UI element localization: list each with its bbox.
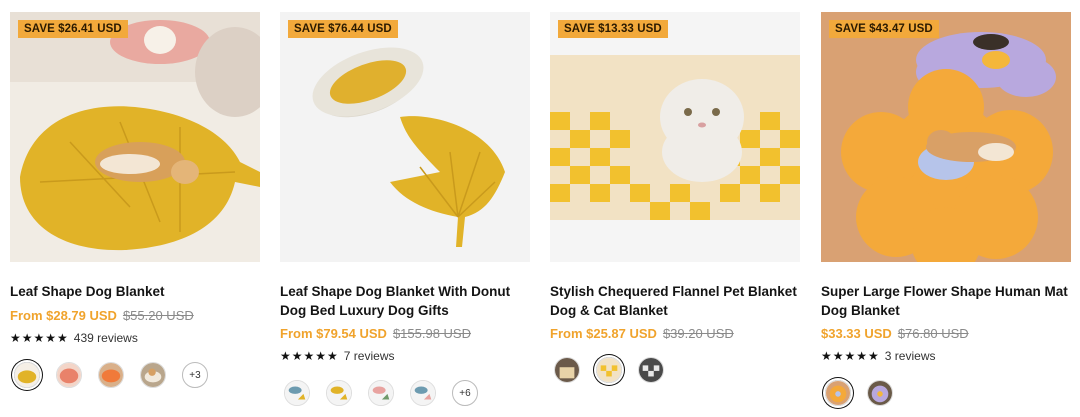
product-title[interactable]: Leaf Shape Dog Blanket With Donut Dog Be… — [280, 282, 530, 320]
save-badge: SAVE $13.33 USD — [558, 20, 668, 38]
product-card[interactable]: SAVE $13.33 USD Stylish Chequered Flanne… — [550, 0, 800, 417]
price: From $28.79 USD $55.20 USD — [10, 308, 194, 323]
save-badge: SAVE $43.47 USD — [829, 20, 939, 38]
save-badge: SAVE $26.41 USD — [18, 20, 128, 38]
color-swatch[interactable] — [368, 380, 394, 406]
rating: ★★★★★ 3 reviews — [821, 349, 935, 363]
product-image[interactable]: SAVE $76.44 USD — [280, 12, 530, 262]
product-title[interactable]: Stylish Chequered Flannel Pet Blanket Do… — [550, 282, 800, 320]
color-swatch[interactable] — [98, 362, 124, 388]
rating: ★★★★★ 7 reviews — [280, 349, 394, 363]
price: From $25.87 USD $39.20 USD — [550, 326, 734, 341]
color-swatch[interactable] — [410, 380, 436, 406]
compare-price: $39.20 USD — [662, 326, 734, 341]
product-image[interactable]: SAVE $13.33 USD — [550, 12, 800, 262]
review-count: 439 reviews — [73, 331, 138, 345]
color-swatch[interactable] — [284, 380, 310, 406]
color-swatch[interactable] — [867, 380, 893, 406]
product-card[interactable]: SAVE $76.44 USD Leaf Shape Dog Blanket W… — [280, 0, 530, 417]
compare-price: $55.20 USD — [122, 308, 194, 323]
color-swatch[interactable] — [326, 380, 352, 406]
star-rating-icon: ★★★★★ — [10, 331, 69, 345]
color-swatch[interactable] — [554, 357, 580, 383]
compare-price: $76.80 USD — [897, 326, 969, 341]
color-swatch[interactable] — [825, 380, 851, 406]
product-card[interactable]: SAVE $26.41 USD Leaf Shape Dog Blanket F… — [10, 0, 260, 417]
color-swatch[interactable] — [14, 362, 40, 388]
rating: ★★★★★ 439 reviews — [10, 331, 138, 345]
color-swatch[interactable] — [56, 362, 82, 388]
star-rating-icon: ★★★★★ — [280, 349, 339, 363]
review-count: 7 reviews — [343, 349, 395, 363]
product-title[interactable]: Super Large Flower Shape Human Mat Dog B… — [821, 282, 1071, 320]
save-badge: SAVE $76.44 USD — [288, 20, 398, 38]
star-rating-icon: ★★★★★ — [821, 349, 880, 363]
more-swatches-button[interactable]: +6 — [452, 380, 478, 406]
color-swatch[interactable] — [596, 357, 622, 383]
sale-price: From $25.87 USD — [550, 326, 657, 341]
sale-price: From $79.54 USD — [280, 326, 387, 341]
product-image[interactable]: SAVE $43.47 USD — [821, 12, 1071, 262]
product-image[interactable]: SAVE $26.41 USD — [10, 12, 260, 262]
price: $33.33 USD $76.80 USD — [821, 326, 969, 341]
sale-price: $33.33 USD — [821, 326, 892, 341]
sale-price: From $28.79 USD — [10, 308, 117, 323]
color-swatch[interactable] — [140, 362, 166, 388]
product-title[interactable]: Leaf Shape Dog Blanket — [10, 282, 260, 301]
price: From $79.54 USD $155.98 USD — [280, 326, 471, 341]
color-swatch[interactable] — [638, 357, 664, 383]
compare-price: $155.98 USD — [392, 326, 471, 341]
review-count: 3 reviews — [884, 349, 936, 363]
product-card[interactable]: SAVE $43.47 USD Super Large Flower Shape… — [821, 0, 1071, 417]
more-swatches-button[interactable]: +3 — [182, 362, 208, 388]
